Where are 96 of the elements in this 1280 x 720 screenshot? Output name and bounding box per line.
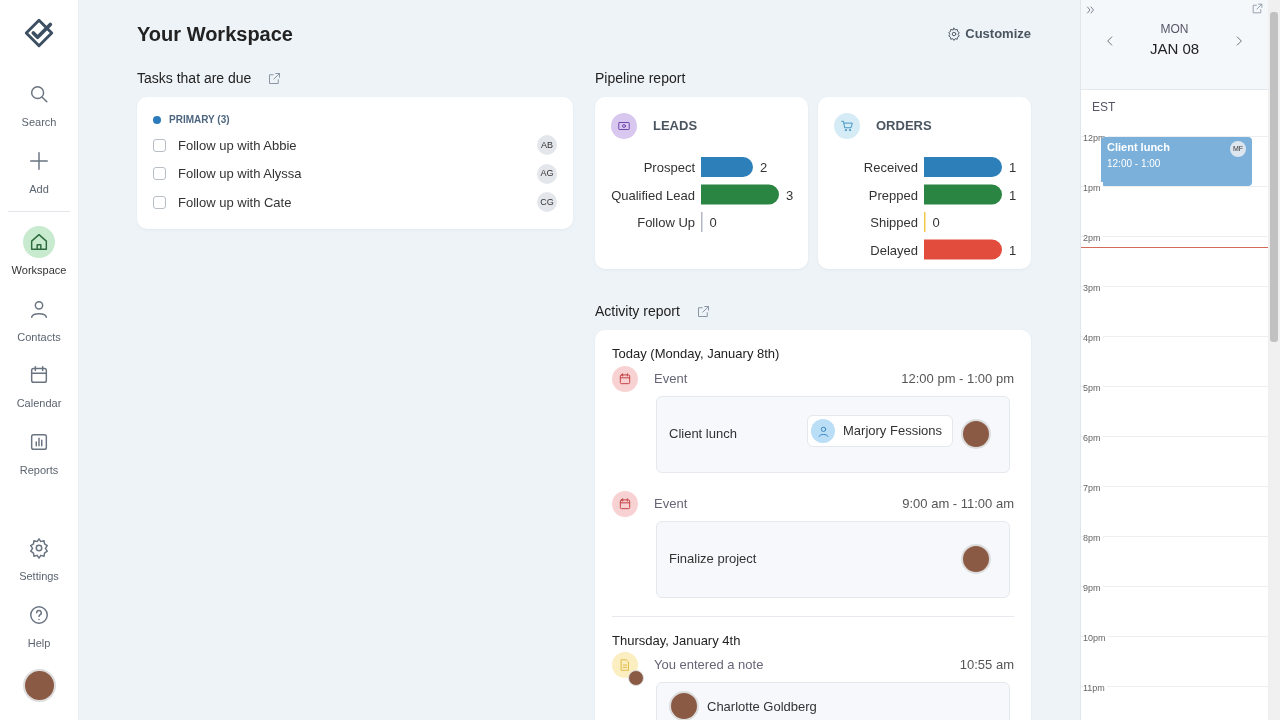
avatar-placeholder	[961, 419, 991, 449]
avatar-placeholder	[628, 670, 644, 686]
checkbox[interactable]	[153, 138, 166, 152]
task-label[interactable]: Follow up with Alyssa	[178, 164, 529, 184]
event-time: 12:00 - 1:00	[1107, 156, 1162, 171]
category-label: Qualified Lead	[611, 187, 695, 203]
weekday-label: MON	[1159, 21, 1190, 38]
category-label: Shipped	[870, 215, 918, 230]
sidebar-item[interactable]: Reports	[19, 425, 59, 478]
document-icon	[618, 658, 632, 672]
date-label: JAN 08	[1149, 39, 1200, 59]
activity-type: You entered a note	[654, 656, 765, 675]
sidebar-item[interactable]: Help	[23, 598, 55, 651]
activity-type: Event	[654, 369, 689, 388]
date-heading: Thursday, January 4th	[612, 631, 742, 650]
contact-name: Marjory Fessions	[843, 422, 942, 441]
task-label[interactable]: Follow up with Cate	[178, 192, 529, 212]
hour-label: 4pm	[1083, 332, 1103, 346]
external-link-icon[interactable]	[1251, 2, 1264, 15]
hour-label: 2pm	[1083, 232, 1103, 246]
scrollbar[interactable]	[1268, 0, 1280, 720]
hour-label: 1pm	[1083, 182, 1103, 196]
hour-label: 9pm	[1083, 582, 1103, 596]
value-label: 1	[1009, 160, 1017, 175]
category-label: Follow Up	[637, 215, 695, 230]
date-heading: Today (Monday, January 8th)	[612, 345, 781, 363]
calendar-icon	[618, 371, 632, 386]
sidebar-item[interactable]: Settings	[19, 532, 59, 585]
home-icon	[28, 231, 50, 253]
checkbox[interactable]	[153, 167, 166, 181]
hour-label: 8pm	[1083, 532, 1103, 546]
activity-time: 10:55 am	[959, 656, 1014, 675]
avatar-placeholder	[669, 691, 699, 720]
category-label: Received	[863, 160, 918, 175]
task-label[interactable]: Follow up with Abbie	[178, 135, 529, 155]
initials-avatar: AG	[537, 163, 557, 184]
customize-button[interactable]: Customize	[947, 24, 1031, 44]
hour-label: 7pm	[1083, 482, 1103, 496]
value-label: 0	[709, 215, 717, 230]
expand-icon[interactable]	[1085, 4, 1097, 16]
avatar-placeholder[interactable]	[22, 669, 56, 702]
activity-title: Finalize project	[669, 550, 758, 569]
value-label: 2	[760, 160, 768, 175]
cash-icon	[617, 119, 631, 133]
contact-chip[interactable]: Marjory Fessions	[807, 415, 953, 447]
settings-icon	[947, 27, 962, 41]
external-link-icon[interactable]	[267, 71, 283, 86]
sidebar-item[interactable]: Contacts	[17, 292, 61, 345]
hour-label: 11pm	[1083, 682, 1107, 696]
sidebar-item[interactable]: Add	[23, 144, 55, 197]
section-title: Activity report	[595, 302, 680, 321]
card-title: LEADS	[653, 117, 698, 136]
activity-time: 9:00 am - 11:00 am	[902, 494, 1014, 513]
cart-icon	[840, 119, 854, 133]
category-label: Delayed	[870, 242, 918, 258]
value-label: 3	[786, 187, 794, 203]
event-title: Client lunch	[1107, 140, 1171, 155]
section-title: Tasks that are due	[137, 69, 252, 88]
hour-label: 10pm	[1083, 632, 1108, 646]
calendar-icon	[28, 364, 50, 386]
author-name: Charlotte Goldberg	[707, 698, 817, 716]
page-title: Your Workspace	[137, 22, 293, 46]
external-link-icon[interactable]	[695, 304, 711, 319]
category-label: Prepped	[868, 187, 918, 203]
help-icon	[28, 603, 50, 626]
hour-label: 5pm	[1083, 382, 1103, 396]
status-dot	[153, 115, 161, 124]
plus-icon	[28, 149, 50, 172]
activity-item-card[interactable]: Client lunch Marjory Fessions	[656, 395, 1010, 473]
value-label: 1	[1009, 187, 1017, 203]
sidebar-item[interactable]: Calendar	[16, 359, 62, 412]
calendar-icon	[618, 496, 632, 511]
logo-icon	[22, 16, 56, 50]
initials-avatar: AB	[537, 135, 557, 156]
search-icon	[28, 83, 50, 105]
hour-label: 3pm	[1083, 282, 1103, 296]
activity-time: 12:00 pm - 1:00 pm	[901, 369, 1014, 388]
value-label: 0	[932, 215, 940, 230]
value-label: 1	[1009, 242, 1017, 258]
activity-item-card[interactable]: Finalize project	[656, 520, 1010, 598]
settings-icon	[28, 537, 50, 559]
category-label: Prospect	[643, 160, 695, 175]
sidebar-item[interactable]: Workspace	[11, 226, 67, 279]
checkbox[interactable]	[153, 195, 166, 209]
card-title: ORDERS	[876, 117, 932, 136]
activity-title: Client lunch	[669, 425, 738, 444]
initials-avatar: CG	[537, 192, 557, 213]
sidebar-item[interactable]: Search	[21, 78, 57, 131]
activity-item-card[interactable]: Charlotte Goldberg	[656, 682, 1010, 720]
timezone-label: EST	[1091, 99, 1117, 116]
hour-label: 6pm	[1083, 432, 1103, 446]
person-icon	[816, 424, 830, 438]
activity-type: Event	[654, 494, 689, 513]
section-title: Pipeline report	[595, 69, 686, 88]
group-label: PRIMARY (3)	[169, 113, 230, 127]
avatar-placeholder	[961, 544, 991, 574]
